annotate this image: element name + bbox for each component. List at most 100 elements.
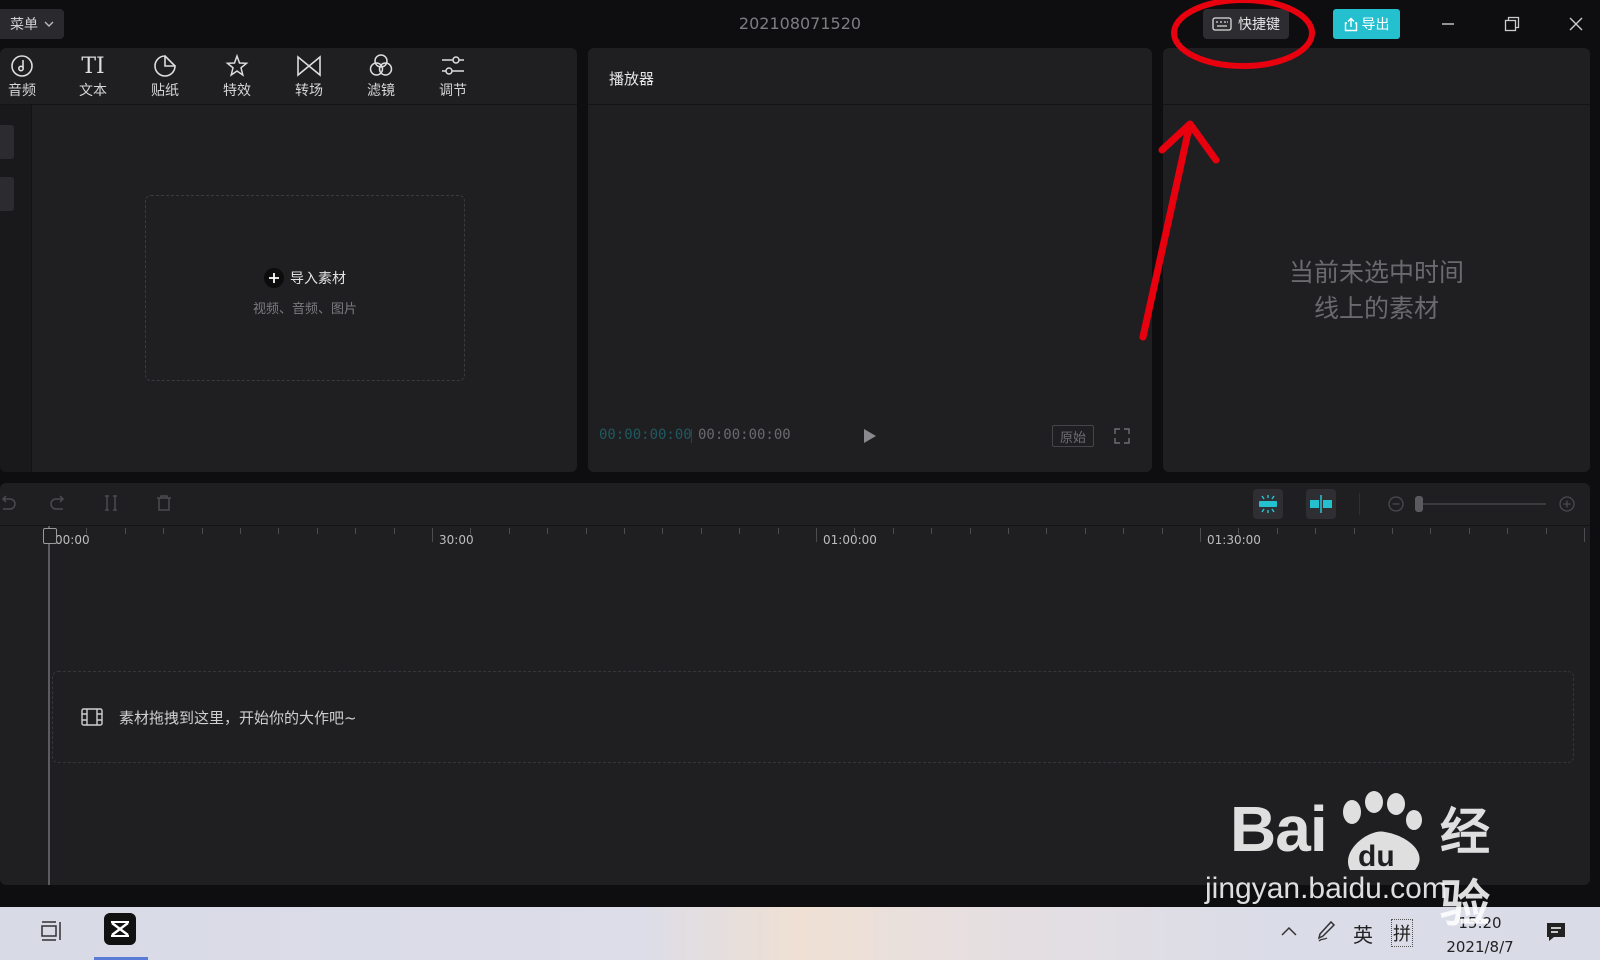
import-hint: 视频、音频、图片 — [252, 302, 357, 317]
effects-icon — [225, 54, 249, 77]
ruler-tick — [317, 528, 318, 534]
current-timecode: 00:00:00:00 — [599, 427, 692, 443]
redo-button[interactable] — [50, 495, 66, 515]
tab-text-label: 文本 — [79, 83, 107, 99]
text-icon: TI — [81, 53, 105, 79]
pen-button[interactable] — [1316, 920, 1336, 946]
close-icon — [1569, 17, 1583, 31]
shortcut-label: 快捷键 — [1238, 17, 1280, 33]
ruler-tick — [355, 528, 356, 534]
timeline-dropzone[interactable]: 素材拖拽到这里，开始你的大作吧~ — [52, 671, 1574, 763]
tab-text[interactable]: TI 文本 — [67, 52, 119, 100]
tab-transition[interactable]: 转场 — [283, 52, 335, 100]
filter-icon — [369, 54, 393, 76]
film-strip-icon — [81, 708, 103, 726]
ruler-tick — [86, 528, 87, 534]
tab-effects[interactable]: 特效 — [211, 52, 263, 100]
split-button[interactable] — [103, 495, 119, 515]
zoom-in-button[interactable] — [1559, 496, 1575, 516]
attribute-panel: 当前未选中时间 线上的素材 — [1163, 48, 1590, 472]
ime-mode-indicator[interactable]: 拼 — [1391, 919, 1413, 947]
close-button[interactable] — [1561, 10, 1591, 38]
playhead-handle[interactable] — [43, 528, 57, 544]
player-header: 播放器 — [588, 48, 1152, 105]
chevron-up-icon — [1281, 926, 1297, 936]
media-panel: 音频 TI 文本 贴纸 特效 转场 滤镜 调节 导入素材 视频、音频、图片 — [0, 48, 577, 472]
snap-toggle[interactable] — [1253, 489, 1283, 519]
no-selection-message: 当前未选中时间 线上的素材 — [1163, 255, 1590, 327]
player-panel: 播放器 00:00:00:00 00:00:00:00 原始 — [588, 48, 1152, 472]
sticker-icon — [154, 55, 176, 77]
ruler-label: 01:30:00 — [1207, 533, 1261, 547]
tab-transition-label: 转场 — [295, 83, 323, 99]
tray-overflow-button[interactable] — [1281, 924, 1297, 940]
ruler-tick — [1008, 528, 1009, 534]
tab-adjust[interactable]: 调节 — [427, 52, 479, 100]
ruler-tick — [125, 528, 126, 534]
timeline-ruler[interactable]: 00:00 30:00 01:00:00 01:30:00 — [0, 526, 1590, 554]
restore-button[interactable] — [1497, 10, 1527, 38]
capcut-app-button[interactable] — [104, 913, 136, 945]
undo-button[interactable] — [0, 495, 16, 515]
sidebar-tab-2[interactable] — [0, 177, 14, 211]
keyboard-icon — [1212, 17, 1232, 31]
adjust-icon — [442, 56, 464, 75]
ruler-tick — [1123, 528, 1124, 534]
tab-filter[interactable]: 滤镜 — [355, 52, 407, 100]
tab-adjust-label: 调节 — [439, 83, 467, 99]
split-icon — [105, 495, 117, 511]
export-icon — [1344, 17, 1357, 31]
ruler-tick — [163, 528, 164, 534]
fullscreen-icon — [1114, 428, 1130, 444]
tab-audio[interactable]: 音频 — [0, 52, 48, 100]
fullscreen-button[interactable] — [1114, 428, 1130, 448]
import-media-button[interactable]: 导入素材 — [146, 268, 464, 288]
ime-language-indicator[interactable]: 英 — [1353, 919, 1373, 948]
no-selection-line-2: 线上的素材 — [1313, 294, 1439, 323]
zoom-slider-handle[interactable] — [1415, 496, 1423, 512]
ruler-tick — [662, 528, 663, 534]
ruler-tick — [970, 528, 971, 534]
task-view-icon — [41, 921, 61, 941]
ruler-tick — [1430, 528, 1431, 534]
play-button[interactable] — [863, 428, 877, 448]
ratio-button[interactable]: 原始 — [1052, 425, 1094, 447]
task-view-button[interactable] — [40, 920, 64, 946]
ruler-tick — [1546, 528, 1547, 534]
import-label: 导入素材 — [290, 271, 346, 287]
tab-audio-label: 音频 — [8, 83, 36, 99]
zoom-out-button[interactable] — [1388, 496, 1404, 516]
timecode-divider — [691, 429, 692, 443]
ruler-tick — [1046, 528, 1047, 534]
notification-icon — [1547, 923, 1565, 941]
clock-date: 2021/8/7 — [1446, 938, 1514, 956]
ruler-tick — [854, 528, 855, 534]
tab-effects-label: 特效 — [223, 83, 251, 99]
shortcut-button[interactable]: 快捷键 — [1203, 9, 1289, 39]
ruler-tick — [893, 528, 894, 534]
export-button[interactable]: 导出 — [1333, 9, 1400, 39]
ruler-tick — [1392, 528, 1393, 534]
delete-button[interactable] — [156, 495, 172, 515]
tab-sticker[interactable]: 贴纸 — [139, 52, 191, 100]
notification-center-button[interactable] — [1545, 921, 1567, 947]
link-toggle[interactable] — [1306, 489, 1336, 519]
ruler-tick — [586, 528, 587, 534]
ruler-tick — [1315, 528, 1316, 534]
link-clips-icon — [1310, 495, 1332, 513]
ruler-major-tick — [1584, 528, 1585, 542]
ruler-tick — [202, 528, 203, 534]
sidebar-tab-1[interactable] — [0, 125, 14, 159]
ruler-tick — [547, 528, 548, 534]
ruler-tick — [931, 528, 932, 534]
minimize-button[interactable] — [1433, 10, 1463, 38]
player-title: 播放器 — [609, 70, 655, 88]
import-media-dropzone[interactable]: 导入素材 视频、音频、图片 — [145, 195, 465, 381]
pen-icon — [1317, 920, 1336, 942]
playhead-line[interactable] — [48, 526, 50, 885]
zoom-slider-track[interactable] — [1418, 503, 1546, 505]
ruler-tick — [739, 528, 740, 534]
ruler-tick — [624, 528, 625, 534]
audio-icon — [11, 55, 33, 77]
media-sidebar — [0, 105, 32, 472]
